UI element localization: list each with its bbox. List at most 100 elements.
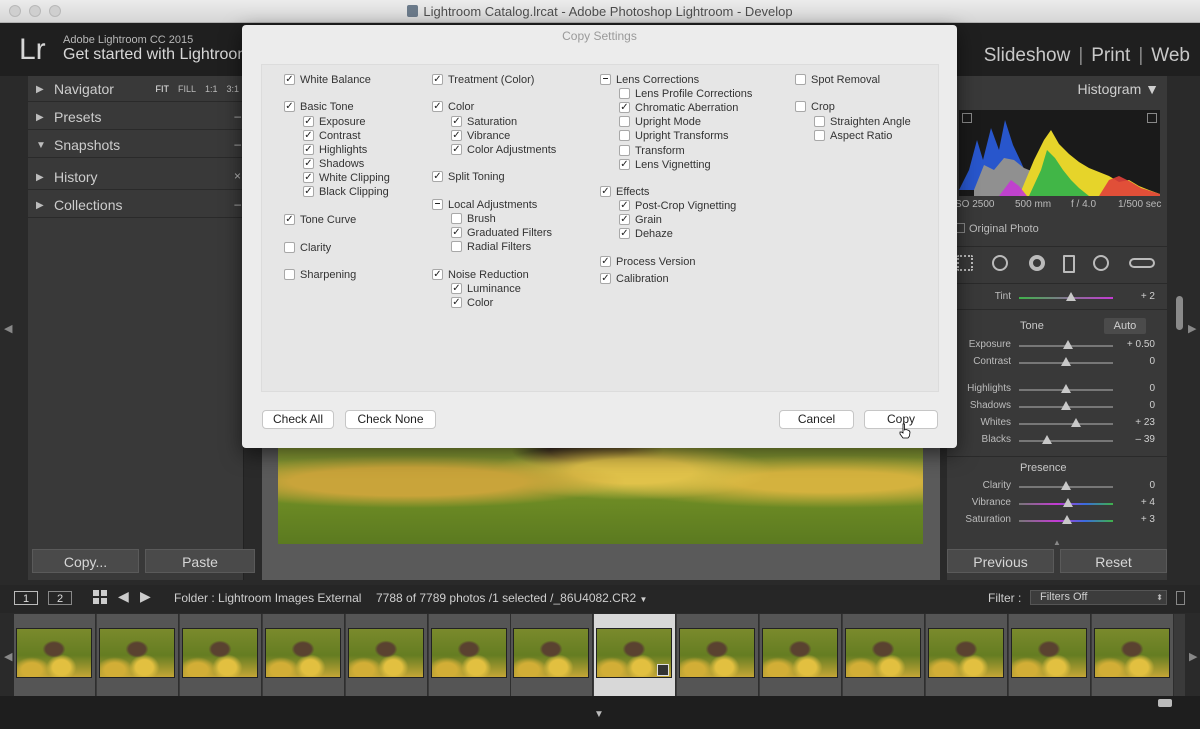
checkbox-checked-icon[interactable]: ✓ xyxy=(303,143,314,155)
checkbox-empty-icon[interactable] xyxy=(795,74,806,85)
shadow-clipping-icon[interactable] xyxy=(962,113,972,123)
zoom-fit[interactable]: FIT xyxy=(155,84,169,94)
copy-settings-button[interactable]: Copy... xyxy=(32,549,139,573)
filmstrip-thumbnail[interactable] xyxy=(1091,614,1174,696)
checkbox-checked-icon[interactable]: ✓ xyxy=(619,158,630,170)
paste-settings-button[interactable]: Paste xyxy=(145,549,255,573)
filmstrip-thumbnail[interactable] xyxy=(262,614,345,696)
photo-preview[interactable] xyxy=(278,440,923,544)
slider-thumb[interactable] xyxy=(1061,384,1071,393)
primary-display-button[interactable]: 1 xyxy=(14,591,38,605)
forward-arrow-icon[interactable]: ▶ xyxy=(140,588,151,605)
grid-view-icon[interactable] xyxy=(93,590,107,604)
left-panel-toggle-icon[interactable]: ◀ xyxy=(4,322,12,335)
checkbox-checked-icon[interactable]: ✓ xyxy=(600,272,611,284)
checkbox-checked-icon[interactable]: ✓ xyxy=(303,115,314,127)
filter-lock-icon[interactable] xyxy=(1176,591,1185,605)
red-eye-icon[interactable] xyxy=(1029,255,1045,271)
filmstrip-source[interactable]: Folder : Lightroom Images External xyxy=(174,591,361,605)
back-arrow-icon[interactable]: ◀ xyxy=(118,588,129,605)
filmstrip-thumbnail[interactable] xyxy=(511,614,594,696)
filmstrip-thumbnail[interactable] xyxy=(760,614,843,696)
slider-value[interactable]: + 4 xyxy=(1141,497,1155,508)
checkbox-checked-icon[interactable]: ✓ xyxy=(432,101,443,113)
slider-thumb[interactable] xyxy=(1071,418,1082,427)
checkbox-checked-icon[interactable]: ✓ xyxy=(451,115,462,127)
right-panel-scrollbar[interactable] xyxy=(1176,296,1183,330)
vibrance-slider[interactable]: Vibrance + 4 xyxy=(947,495,1167,511)
highlights-slider[interactable]: Highlights 0 xyxy=(947,381,1167,397)
filmstrip-thumbnail[interactable] xyxy=(179,614,262,696)
slider-value[interactable]: 0 xyxy=(1149,400,1155,411)
checkbox-checked-icon[interactable]: ✓ xyxy=(432,74,443,85)
panel-snapshots[interactable]: ▼ Snapshots – xyxy=(28,135,243,158)
checkbox-checked-icon[interactable]: ✓ xyxy=(451,296,462,308)
check-all-button[interactable]: Check All xyxy=(262,410,334,429)
exposure-slider[interactable]: Exposure + 0.50 xyxy=(947,337,1167,353)
filmstrip-thumbnail-selected[interactable] xyxy=(594,614,677,696)
slider-track[interactable] xyxy=(1019,423,1113,425)
zoom-1-1[interactable]: 1:1 xyxy=(205,84,218,94)
checkbox-empty-icon[interactable] xyxy=(619,130,630,142)
tint-value[interactable]: + 2 xyxy=(1141,291,1155,302)
module-slideshow[interactable]: Slideshow xyxy=(984,45,1071,66)
cancel-button[interactable]: Cancel xyxy=(779,410,854,429)
saturation-slider[interactable]: Saturation + 3 xyxy=(947,512,1167,528)
checkbox-empty-icon[interactable] xyxy=(619,144,630,156)
checkbox-checked-icon[interactable]: ✓ xyxy=(303,157,314,169)
module-web[interactable]: Web xyxy=(1151,45,1190,66)
checkbox-checked-icon[interactable]: ✓ xyxy=(600,186,611,198)
slider-value[interactable]: + 0.50 xyxy=(1127,339,1155,350)
adjustment-brush-icon[interactable] xyxy=(1129,258,1155,268)
checkbox-empty-icon[interactable] xyxy=(619,88,630,100)
slider-thumb[interactable] xyxy=(1042,435,1053,444)
minus-icon[interactable]: – xyxy=(234,137,241,151)
zoom-3-1[interactable]: 3:1 xyxy=(226,84,239,94)
panel-navigator[interactable]: ▶ Navigator FIT FILL 1:1 3:1 xyxy=(28,79,243,102)
filmstrip-thumbnail[interactable] xyxy=(345,614,428,696)
checkbox-checked-icon[interactable]: ✓ xyxy=(451,282,462,294)
slider-value[interactable]: + 23 xyxy=(1135,417,1155,428)
tint-slider[interactable]: Tint + 2 xyxy=(947,289,1167,305)
graduated-filter-icon[interactable] xyxy=(1063,255,1075,273)
filmstrip-count[interactable]: 7788 of 7789 photos /1 selected /_86U408… xyxy=(376,591,647,605)
checkbox-empty-icon[interactable] xyxy=(795,101,806,113)
spot-removal-icon[interactable] xyxy=(992,255,1008,271)
minus-icon[interactable]: – xyxy=(234,109,241,123)
checkbox-empty-icon[interactable] xyxy=(814,115,825,127)
panel-collections[interactable]: ▶ Collections – xyxy=(28,195,243,218)
filmstrip-thumbnail[interactable] xyxy=(843,614,925,696)
filmstrip-scroll-thumb[interactable] xyxy=(1158,699,1172,707)
crop-tool-icon[interactable] xyxy=(957,255,973,271)
checkbox-checked-icon[interactable]: ✓ xyxy=(303,186,314,198)
filmstrip-thumbnail[interactable] xyxy=(428,614,511,696)
checkbox-checked-icon[interactable]: ✓ xyxy=(451,143,462,155)
filmstrip-thumbnail[interactable] xyxy=(96,614,179,696)
checkbox-checked-icon[interactable]: ✓ xyxy=(432,171,443,183)
tint-thumb[interactable] xyxy=(1065,292,1076,301)
slider-value[interactable]: – 39 xyxy=(1136,434,1155,445)
panel-presets[interactable]: ▶ Presets – xyxy=(28,107,243,130)
checkbox-checked-icon[interactable]: ✓ xyxy=(619,228,630,240)
filter-select[interactable]: Filters Off ⬍ xyxy=(1030,590,1167,605)
check-none-button[interactable]: Check None xyxy=(345,410,436,429)
slider-thumb[interactable] xyxy=(1061,515,1072,524)
slider-value[interactable]: 0 xyxy=(1149,383,1155,394)
clear-icon[interactable]: × xyxy=(234,169,241,183)
slider-thumb[interactable] xyxy=(1062,340,1073,349)
slider-thumb[interactable] xyxy=(1061,357,1071,366)
shadows-slider[interactable]: Shadows 0 xyxy=(947,398,1167,414)
checkbox-checked-icon[interactable]: ✓ xyxy=(600,255,611,267)
slider-track[interactable] xyxy=(1019,440,1113,442)
whites-slider[interactable]: Whites + 23 xyxy=(947,415,1167,431)
filmstrip-thumbnail[interactable] xyxy=(677,614,760,696)
checkbox-checked-icon[interactable]: ✓ xyxy=(303,171,314,183)
original-photo-toggle[interactable]: Original Photo xyxy=(955,223,1039,235)
filmstrip-thumbnail[interactable] xyxy=(925,614,1008,696)
checkbox-checked-icon[interactable]: ✓ xyxy=(284,101,295,113)
zoom-fill[interactable]: FILL xyxy=(178,84,196,94)
slider-thumb[interactable] xyxy=(1061,401,1071,410)
filmstrip-thumbnail[interactable] xyxy=(14,614,96,696)
module-print[interactable]: Print xyxy=(1091,45,1130,66)
filmstrip-thumbnail[interactable] xyxy=(1008,614,1091,696)
